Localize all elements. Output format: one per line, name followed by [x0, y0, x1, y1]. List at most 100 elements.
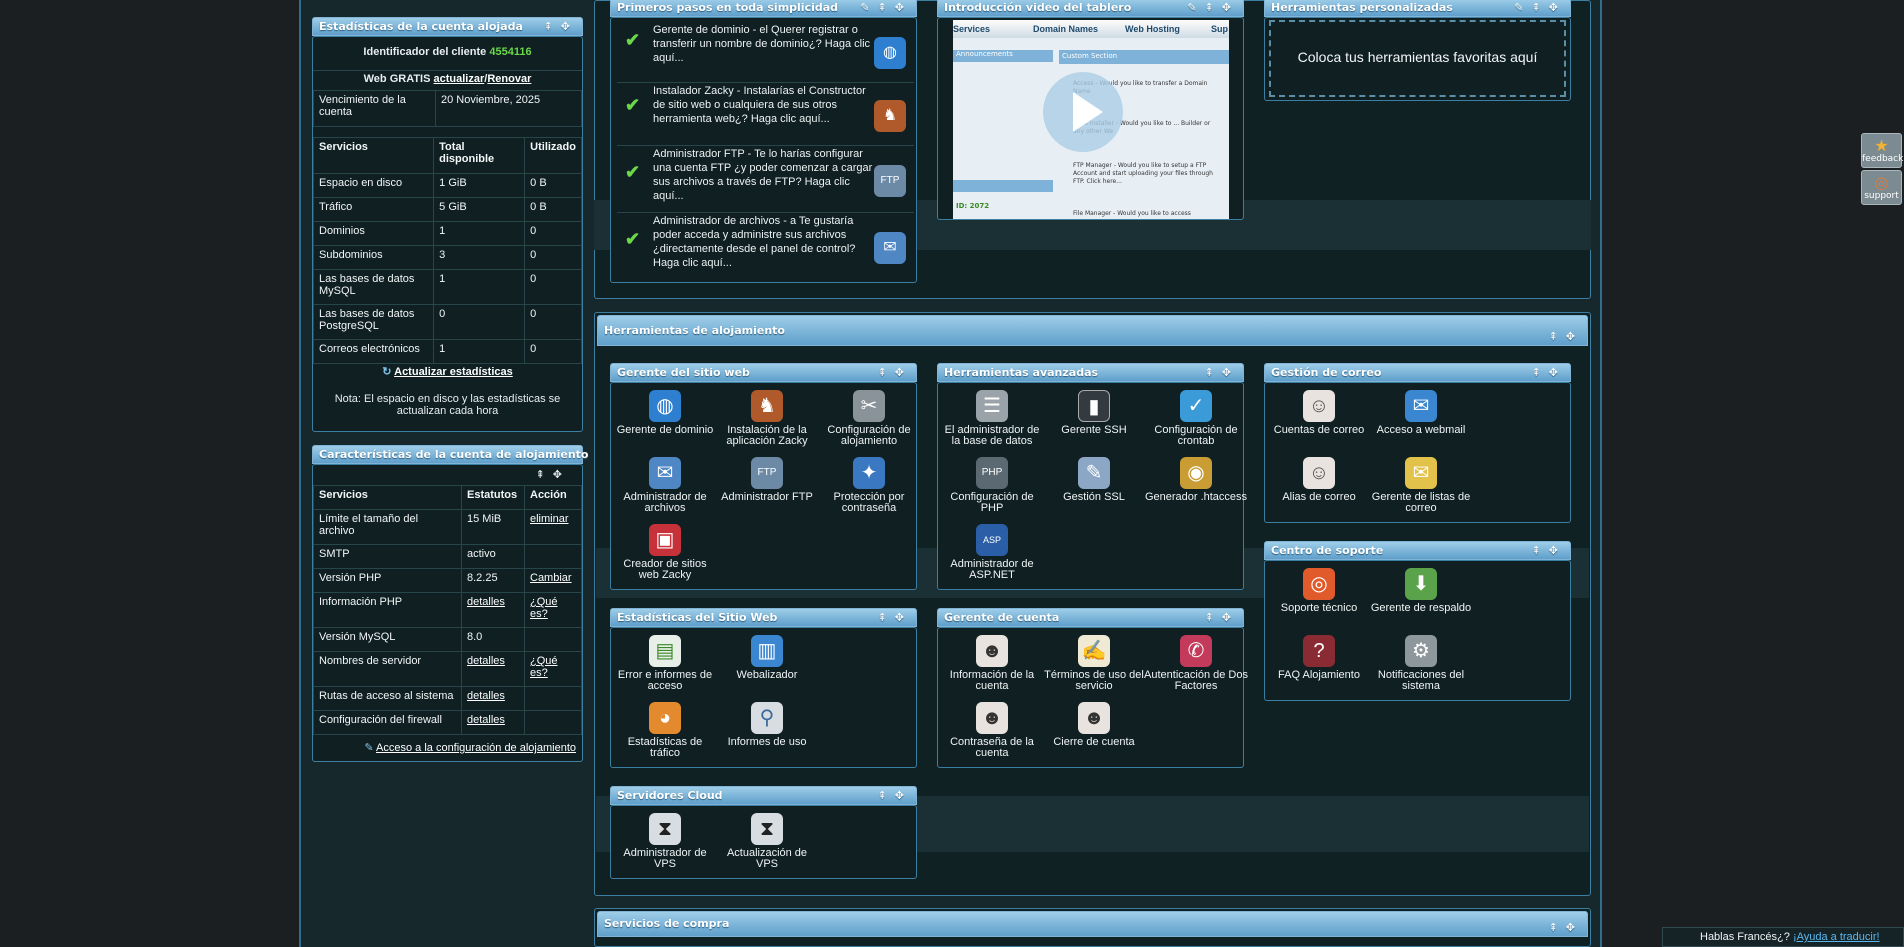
group-title: Estadísticas del Sitio Web — [617, 611, 778, 624]
panel-controls[interactable]: ⇞✥ — [878, 364, 912, 381]
expiry-label: Vencimiento de la cuenta — [313, 90, 436, 127]
mail-management-header[interactable]: Gestión de correo ⇞✥ — [1264, 363, 1571, 382]
tool-label: Gerente de respaldo — [1370, 602, 1472, 614]
mailing-list-tool[interactable]: ✉ Gerente de listas de correo — [1369, 457, 1473, 514]
support-center-header[interactable]: Centro de soporte ⇞✥ — [1264, 541, 1571, 560]
purchase-header[interactable]: Servicios de compra ⇞✥ — [597, 911, 1588, 937]
custom-tools-header[interactable]: Herramientas personalizadas ✎⇞✥ — [1264, 0, 1571, 17]
panel-controls[interactable]: ⇞✥ — [1205, 609, 1239, 626]
website-stats-header[interactable]: Estadísticas del Sitio Web ⇞✥ — [610, 608, 917, 627]
database-manager-tool[interactable]: ☰ El administrador de la base de datos — [940, 390, 1044, 447]
upgrade-link[interactable]: actualizar — [434, 73, 485, 85]
list-item[interactable]: ✔ Instalador Zacky - Instalarías el Cons… — [617, 84, 914, 146]
list-item[interactable]: ✔ Administrador de archivos - a Te gusta… — [617, 214, 914, 280]
vps-manager-tool[interactable]: ⧗ Administrador de VPS — [613, 813, 717, 870]
website-manager-header[interactable]: Gerente del sitio web ⇞✥ — [610, 363, 917, 382]
support-label: support — [1864, 191, 1899, 201]
tool-label: Soporte técnico — [1280, 602, 1358, 614]
panel-controls[interactable]: ⇞✥ — [878, 609, 912, 626]
video-thumbnail[interactable]: Services Domain Names Web Hosting Sup An… — [953, 20, 1229, 219]
delete-link[interactable]: eliminar — [530, 513, 569, 525]
error-access-reports-tool[interactable]: ▤ Error e informes de acceso — [613, 635, 717, 692]
what-is-link[interactable]: ¿Qué es? — [530, 655, 558, 679]
htaccess-generator-tool[interactable]: ◉ Generador .htaccess — [1144, 457, 1248, 503]
hosting-settings-link[interactable]: Acceso a la configuración de alojamiento — [376, 742, 576, 754]
panel-controls[interactable]: ⇞✥ — [536, 468, 570, 481]
details-link[interactable]: detalles — [467, 714, 505, 726]
panel-controls[interactable]: ✎⇞✥ — [1514, 0, 1566, 16]
list-item[interactable]: ✔ Gerente de dominio - el Querer registr… — [617, 23, 914, 83]
account-info-tool[interactable]: ☻ Información de la cuenta — [940, 635, 1044, 692]
aspnet-manager-tool[interactable]: ASP Administrador de ASP.NET — [940, 524, 1044, 581]
list-item[interactable]: ✔ Administrador FTP - Te lo harías confi… — [617, 147, 914, 213]
hosting-faq-tool[interactable]: ? FAQ Alojamiento — [1267, 635, 1371, 681]
table-cell: 15 MiB — [461, 509, 525, 545]
panel-controls[interactable]: ⇞✥ — [878, 787, 912, 804]
features-panel-header[interactable]: Características de la cuenta de alojamie… — [312, 445, 588, 464]
vps-upgrade-tool[interactable]: ⧗ Actualización de VPS — [715, 813, 819, 870]
traffic-stats-tool[interactable]: ◕ Estadísticas de tráfico — [613, 702, 717, 759]
terminal-icon: ▮ — [1078, 390, 1110, 422]
password-protection-tool[interactable]: ✦ Protección por contraseña — [817, 457, 921, 514]
zacky-installer-tool[interactable]: ♞ Instalación de la aplicación Zacky — [715, 390, 819, 447]
hosting-config-tool[interactable]: ✂ Configuración de alojamiento — [817, 390, 921, 447]
tool-label: Autenticación de Dos Factores — [1144, 669, 1248, 692]
panel-controls[interactable]: ⇞✥ — [1549, 322, 1583, 351]
video-intro-header[interactable]: Introducción video del tablero ✎⇞✥ — [937, 0, 1244, 17]
translate-link[interactable]: ¡Ayuda a traducir! — [1793, 931, 1880, 943]
support-button[interactable]: ◎ support — [1861, 170, 1902, 205]
account-closure-tool[interactable]: ☻ Cierre de cuenta — [1042, 702, 1146, 748]
webalizer-tool[interactable]: ▥ Webalizador — [715, 635, 819, 681]
play-button[interactable] — [1043, 72, 1123, 152]
php-config-tool[interactable]: PHP Configuración de PHP — [940, 457, 1044, 514]
mail-accounts-tool[interactable]: ☺ Cuentas de correo — [1267, 390, 1371, 436]
what-is-link[interactable]: ¿Qué es? — [530, 596, 558, 620]
system-notifications-tool[interactable]: ⚙ Notificaciones del sistema — [1369, 635, 1473, 692]
custom-tools-dropzone[interactable]: Coloca tus herramientas favoritas aquí — [1269, 20, 1566, 97]
domain-manager-tool[interactable]: ◍ Gerente de dominio — [613, 390, 717, 436]
details-link[interactable]: detalles — [467, 655, 505, 667]
update-stats-link[interactable]: Actualizar estadísticas — [394, 366, 513, 378]
ssh-manager-tool[interactable]: ▮ Gerente SSH — [1042, 390, 1146, 436]
panel-controls[interactable]: ✎⇞✥ — [860, 0, 912, 16]
stats-panel-header[interactable]: Estadísticas de la cuenta alojada ⇞✥ — [312, 17, 583, 36]
panel-controls[interactable]: ⇞✥ — [1549, 916, 1583, 940]
usage-reports-tool[interactable]: ⚲ Informes de uso — [715, 702, 819, 748]
panel-controls[interactable]: ✎⇞✥ — [1187, 0, 1239, 16]
webmail-access-tool[interactable]: ✉ Acceso a webmail — [1369, 390, 1473, 436]
first-steps-header[interactable]: Primeros pasos en toda simplicidad ✎⇞✥ — [610, 0, 917, 17]
ftp-manager-tool[interactable]: FTP Administrador FTP — [715, 457, 819, 503]
backup-manager-tool[interactable]: ⬇ Gerente de respaldo — [1369, 568, 1473, 614]
tool-label: Instalación de la aplicación Zacky — [726, 424, 808, 447]
tool-label: Configuración de crontab — [1154, 424, 1238, 447]
table-cell: 3 — [433, 245, 526, 270]
hosting-tools-header[interactable]: Herramientas de alojamiento ⇞✥ — [597, 315, 1588, 346]
first-step-text: Instalador Zacky - Instalarías el Constr… — [653, 85, 866, 125]
change-php-link[interactable]: Cambiar — [530, 572, 572, 584]
zacky-builder-tool[interactable]: ▣ Creador de sitios web Zacky — [613, 524, 717, 581]
mail-alias-tool[interactable]: ☺ Alias de correo — [1267, 457, 1371, 503]
table-cell: Dominios — [312, 221, 435, 246]
two-factor-auth-tool[interactable]: ✆ Autenticación de Dos Factores — [1144, 635, 1248, 692]
ssl-management-tool[interactable]: ✎ Gestión SSL — [1042, 457, 1146, 503]
feedback-button[interactable]: ★ feedback — [1861, 133, 1903, 168]
table-cell: Rutas de acceso al sistema — [313, 686, 462, 711]
details-link[interactable]: detalles — [467, 596, 505, 608]
panel-controls[interactable]: ⇞✥ — [1205, 364, 1239, 381]
terms-of-service-tool[interactable]: ✍ Términos de uso del servicio — [1042, 635, 1146, 692]
panel-controls[interactable]: ⇞✥ — [1532, 364, 1566, 381]
video-snippet: FTP Manager - Would you like to setup a … — [1073, 162, 1213, 185]
panel-controls[interactable]: ⇞✥ — [1532, 542, 1566, 559]
details-link[interactable]: detalles — [467, 690, 505, 702]
account-manager-header[interactable]: Gerente de cuenta ⇞✥ — [937, 608, 1244, 627]
file-manager-tool[interactable]: ✉ Administrador de archivos — [613, 457, 717, 514]
crontab-config-tool[interactable]: ✓ Configuración de crontab — [1144, 390, 1248, 447]
table-cell: 1 — [433, 269, 526, 305]
renew-link[interactable]: Renovar — [487, 73, 531, 85]
panel-controls[interactable]: ⇞✥ — [544, 18, 578, 35]
advanced-tools-header[interactable]: Herramientas avanzadas ⇞✥ — [937, 363, 1244, 382]
tech-support-tool[interactable]: ◎ Soporte técnico — [1267, 568, 1371, 614]
account-password-tool[interactable]: ☻ Contraseña de la cuenta — [940, 702, 1044, 759]
table-cell: Las bases de datos PostgreSQL — [312, 304, 435, 340]
cloud-servers-header[interactable]: Servidores Cloud ⇞✥ — [610, 786, 917, 805]
